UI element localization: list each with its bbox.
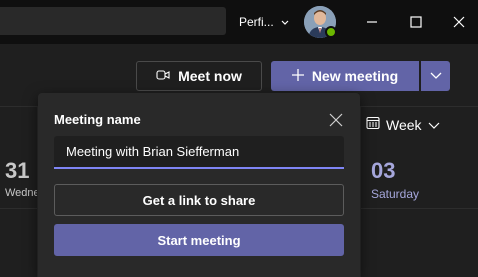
new-meeting-button[interactable]: New meeting (271, 61, 419, 91)
org-switcher[interactable]: Perfi... (239, 15, 289, 29)
get-link-label: Get a link to share (142, 192, 256, 208)
popup-title: Meeting name (54, 112, 141, 127)
chevron-down-icon (281, 15, 289, 29)
new-meeting-dropdown-button[interactable] (420, 61, 450, 91)
meet-now-popup: Meeting name Get a link to share Start m… (38, 93, 360, 277)
day-number: 31 (5, 158, 30, 183)
calendar-icon (366, 116, 380, 133)
meet-now-label: Meet now (178, 68, 242, 84)
chevron-down-icon (428, 117, 440, 133)
day-name: Saturday (371, 187, 420, 201)
start-meeting-button[interactable]: Start meeting (54, 224, 344, 256)
search-input[interactable] (0, 7, 226, 35)
get-link-button[interactable]: Get a link to share (54, 184, 344, 216)
org-name: Perfi... (239, 15, 274, 29)
close-window-icon[interactable] (449, 12, 469, 32)
video-camera-icon (156, 68, 170, 84)
day-number: 03 (371, 158, 396, 183)
maximize-icon[interactable] (406, 12, 426, 32)
new-meeting-label: New meeting (311, 68, 399, 84)
close-icon[interactable] (328, 112, 344, 128)
view-label: Week (386, 116, 422, 133)
view-switcher[interactable]: Week (366, 116, 440, 133)
meet-now-button[interactable]: Meet now (136, 61, 262, 91)
start-meeting-label: Start meeting (157, 232, 241, 248)
chevron-down-icon (430, 67, 442, 85)
day-divider (360, 107, 361, 277)
presence-available-icon (325, 26, 337, 38)
minimize-icon[interactable] (362, 12, 382, 32)
day-name: Wedne (5, 187, 37, 199)
meeting-name-input[interactable] (54, 136, 344, 169)
plus-icon (291, 68, 304, 84)
